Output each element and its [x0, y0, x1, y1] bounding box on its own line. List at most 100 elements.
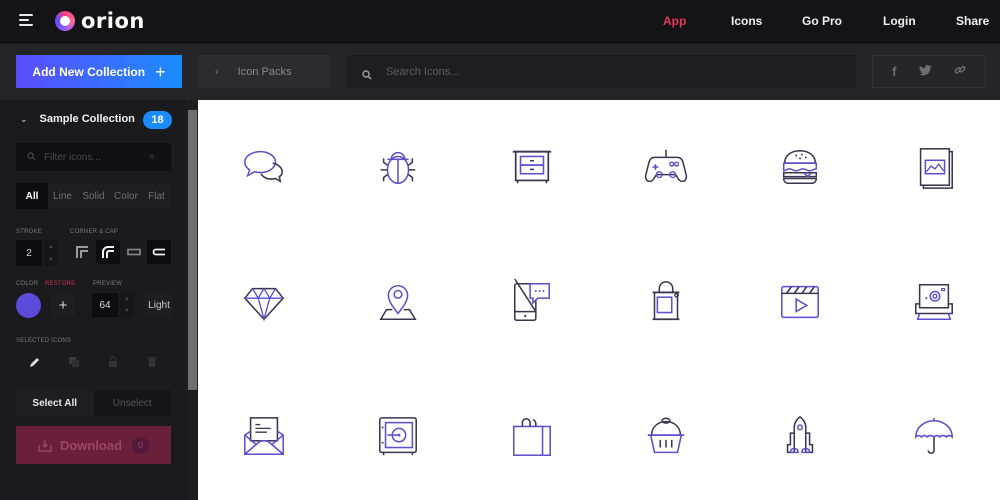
cupcake-icon	[647, 417, 685, 454]
preview-size-stepper[interactable]: ▲ ▼	[120, 293, 134, 317]
trash-icon	[147, 357, 156, 367]
app-name: orion	[81, 9, 145, 33]
add-new-collection-button[interactable]: Add New Collection +	[16, 55, 182, 88]
color-swatch[interactable]	[16, 293, 41, 318]
nav-share[interactable]: Share	[956, 14, 989, 28]
icon-packs-label: Icon Packs	[237, 65, 292, 78]
preview-label: Preview	[93, 281, 123, 287]
restore-link[interactable]: Restore	[45, 281, 75, 287]
icon-cell[interactable]	[904, 407, 964, 467]
lock-icon	[108, 356, 117, 367]
cabinet-icon	[512, 150, 552, 184]
share-links: f	[872, 55, 986, 88]
sidebar: ⌄ Sample Collection 18 × All Line Solid …	[0, 100, 198, 500]
tab-line[interactable]: Line	[48, 183, 77, 209]
icon-cell[interactable]	[234, 137, 294, 197]
corner-round-button[interactable]	[96, 240, 120, 264]
nav-icons[interactable]: Icons	[731, 14, 762, 28]
lock-button[interactable]	[100, 349, 126, 375]
delete-button[interactable]	[139, 349, 165, 375]
clear-filter-icon[interactable]: ×	[149, 152, 155, 163]
icon-cell[interactable]	[636, 272, 696, 332]
pencil-icon	[30, 358, 40, 367]
gamepad-icon	[644, 149, 688, 183]
decrement-icon[interactable]: ▼	[44, 253, 58, 266]
tab-color[interactable]: Color	[110, 183, 142, 209]
icon-cell[interactable]	[904, 137, 964, 197]
unselect-button[interactable]: Unselect	[93, 390, 171, 416]
nav-go-pro[interactable]: Go Pro	[802, 14, 842, 28]
paint-bucket-icon	[652, 281, 680, 321]
icon-cell[interactable]	[502, 272, 562, 332]
stroke-stepper[interactable]: ▲ ▼	[44, 240, 58, 266]
bug-icon	[380, 151, 416, 185]
icon-cell[interactable]	[770, 137, 830, 197]
search-input[interactable]	[386, 65, 786, 78]
icon-cell[interactable]	[502, 137, 562, 197]
icon-cell[interactable]	[234, 407, 294, 467]
tab-solid[interactable]: Solid	[77, 183, 110, 209]
corner-square-button[interactable]	[70, 240, 94, 264]
hamburger-menu-icon[interactable]	[19, 14, 33, 26]
download-button[interactable]: Download 0	[16, 426, 171, 464]
chat-bubbles-icon	[244, 150, 283, 183]
tab-flat[interactable]: Flat	[142, 183, 171, 209]
cap-round-button[interactable]	[147, 240, 171, 264]
icon-cell[interactable]	[770, 272, 830, 332]
link-icon[interactable]	[954, 64, 966, 79]
tab-all[interactable]: All	[16, 183, 48, 209]
corner-cap-label: Corner & Cap	[70, 229, 119, 235]
mobile-chat-icon	[513, 278, 551, 321]
add-color-button[interactable]: +	[51, 293, 75, 317]
duplicate-button[interactable]	[61, 349, 87, 375]
icon-cell[interactable]	[368, 272, 428, 332]
icon-cell[interactable]	[502, 407, 562, 467]
chevron-down-icon[interactable]: ⌄	[20, 114, 28, 125]
collection-header[interactable]: ⌄ Sample Collection 18	[20, 111, 172, 129]
nav-login[interactable]: Login	[883, 14, 916, 28]
edit-button[interactable]	[22, 349, 48, 375]
map-pin-icon	[379, 284, 417, 321]
download-icon	[38, 439, 52, 452]
corner-square-icon	[76, 246, 88, 258]
stroke-value[interactable]: 2	[16, 240, 42, 266]
select-all-button[interactable]: Select All	[16, 390, 94, 416]
preview-theme-toggle[interactable]: Light	[145, 293, 173, 317]
icon-grid	[198, 100, 1000, 500]
top-navigation-bar: orion App Icons Go Pro Login Share	[0, 0, 1000, 43]
facebook-icon[interactable]: f	[892, 64, 896, 79]
rocket-icon	[786, 415, 814, 454]
sidebar-scrollbar-thumb[interactable]	[188, 110, 197, 390]
twitter-icon[interactable]	[918, 64, 932, 79]
icon-packs-button[interactable]: › Icon Packs	[198, 55, 330, 88]
icon-cell[interactable]	[770, 407, 830, 467]
decrement-icon[interactable]: ▼	[120, 305, 134, 317]
nav-app[interactable]: App	[663, 14, 686, 28]
selected-icons-label: Selected Icons	[16, 338, 72, 344]
collection-count-badge: 18	[143, 111, 172, 129]
photo-book-icon	[919, 148, 953, 189]
increment-icon[interactable]: ▲	[120, 293, 134, 305]
icon-cell[interactable]	[904, 272, 964, 332]
icon-cell[interactable]	[368, 137, 428, 197]
umbrella-icon	[915, 417, 953, 454]
chevron-right-icon: ›	[215, 65, 219, 78]
icon-cell[interactable]	[234, 272, 294, 332]
video-clapper-icon	[781, 285, 819, 319]
icon-cell[interactable]	[368, 407, 428, 467]
icon-cell[interactable]	[636, 137, 696, 197]
cap-butt-button[interactable]	[122, 240, 146, 264]
copy-icon	[69, 357, 80, 367]
open-envelope-icon	[244, 417, 284, 456]
search-icon	[27, 148, 36, 166]
preview-size-value[interactable]: 64	[92, 293, 118, 317]
add-collection-label: Add New Collection	[32, 64, 146, 79]
diamond-icon	[243, 287, 285, 322]
increment-icon[interactable]: ▲	[44, 240, 58, 253]
instant-camera-icon	[915, 283, 953, 321]
logo[interactable]: orion	[55, 9, 145, 33]
icon-cell[interactable]	[636, 407, 696, 467]
filter-icons-input[interactable]	[44, 151, 149, 163]
search-icon	[362, 67, 372, 80]
safe-icon	[379, 417, 417, 456]
